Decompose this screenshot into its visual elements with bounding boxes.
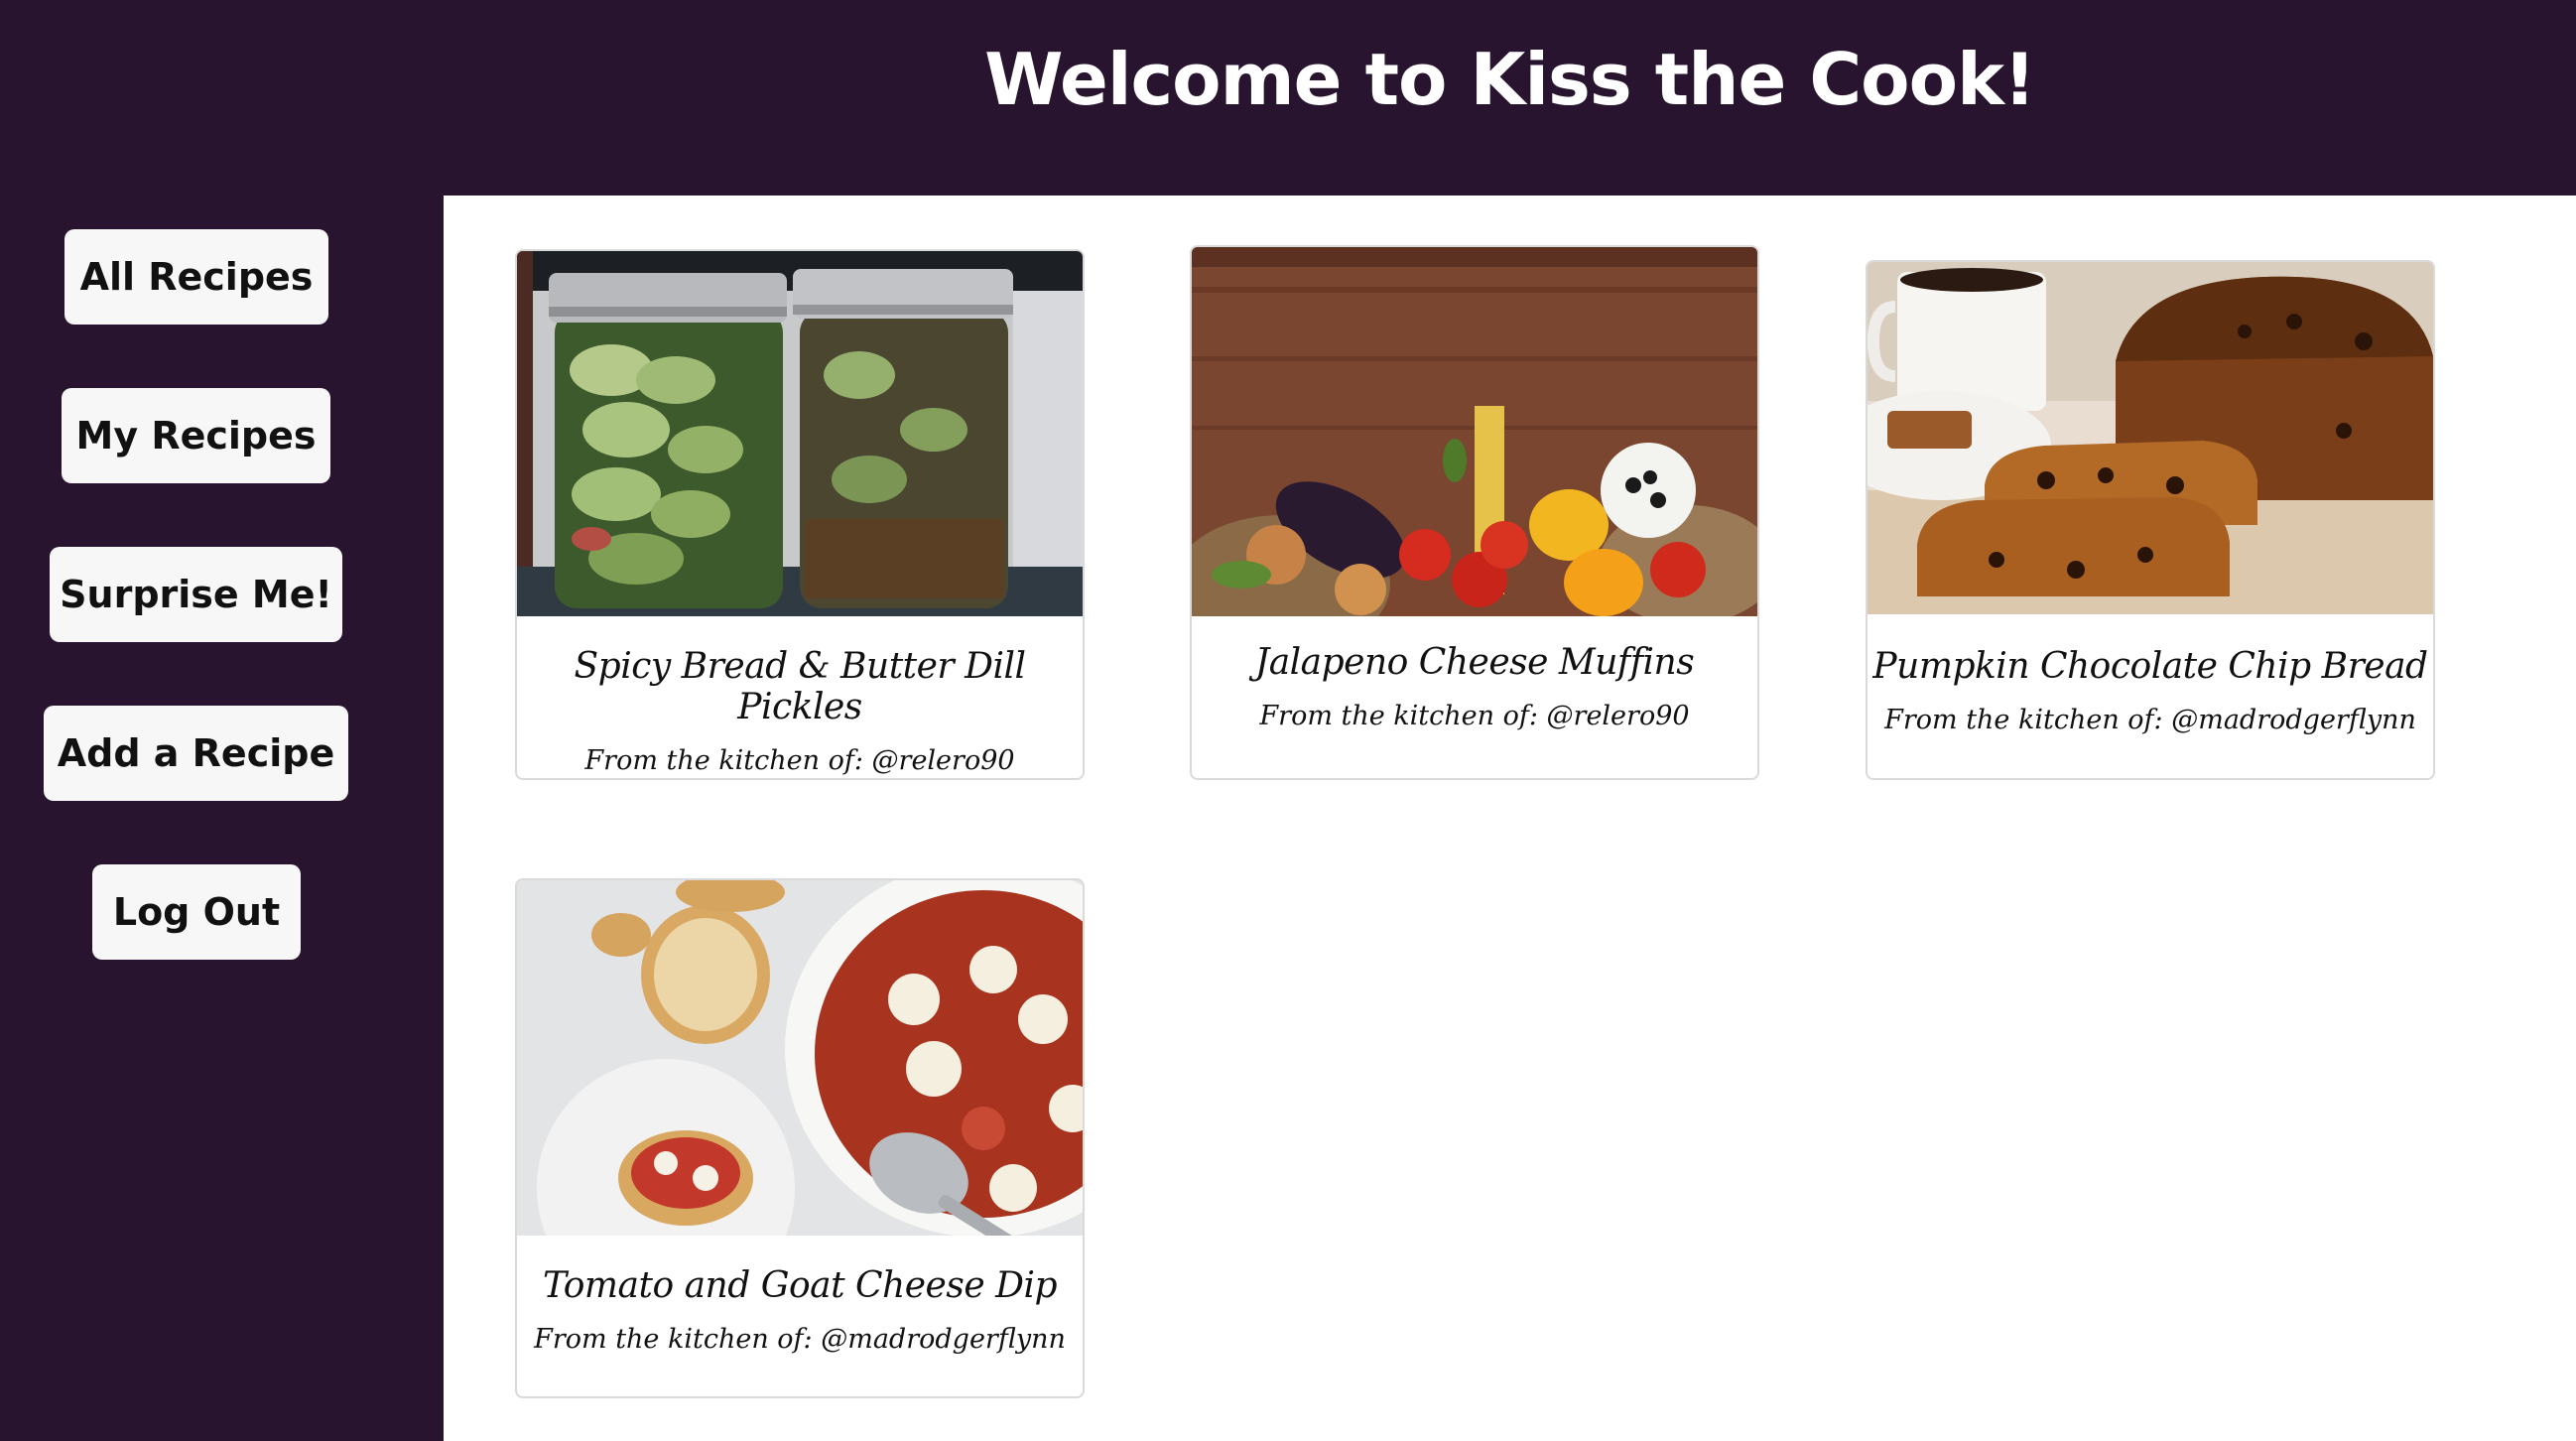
recipe-author: From the kitchen of: @relero90: [584, 745, 1015, 776]
recipe-grid: Spicy Bread & Butter Dill Pickles From t…: [444, 196, 2576, 1441]
recipe-card-pumpkin-bread[interactable]: Pumpkin Chocolate Chip Bread From the ki…: [1866, 260, 2435, 780]
page-title: Welcome to Kiss the Cook!: [984, 38, 2036, 121]
recipe-author: From the kitchen of: @relero90: [1259, 701, 1690, 731]
app-header: Welcome to Kiss the Cook!: [0, 0, 2576, 196]
surprise-me-button[interactable]: Surprise Me!: [50, 547, 342, 642]
recipe-image-tomato-dip[interactable]: [517, 880, 1083, 1236]
recipe-card-tomato-dip[interactable]: Tomato and Goat Cheese Dip From the kitc…: [515, 878, 1085, 1398]
log-out-button[interactable]: Log Out: [92, 864, 301, 960]
sidebar-nav: All Recipes My Recipes Surprise Me! Add …: [0, 196, 444, 1441]
recipe-card-pickles[interactable]: Spicy Bread & Butter Dill Pickles From t…: [515, 249, 1085, 780]
recipe-title[interactable]: Tomato and Goat Cheese Dip: [517, 1265, 1083, 1306]
recipe-title[interactable]: Spicy Bread & Butter Dill Pickles: [517, 646, 1083, 727]
recipe-image-jalapeno-muffins[interactable]: [1192, 247, 1757, 616]
all-recipes-button[interactable]: All Recipes: [64, 229, 328, 325]
my-recipes-button[interactable]: My Recipes: [62, 388, 330, 483]
recipe-title[interactable]: Pumpkin Chocolate Chip Bread: [1868, 646, 2433, 687]
recipe-title[interactable]: Jalapeno Cheese Muffins: [1192, 642, 1757, 683]
add-recipe-button[interactable]: Add a Recipe: [44, 706, 348, 801]
recipe-author: From the kitchen of: @madrodgerflynn: [534, 1324, 1066, 1355]
recipe-image-pumpkin-bread[interactable]: [1868, 262, 2433, 614]
recipe-card-jalapeno-muffins[interactable]: Jalapeno Cheese Muffins From the kitchen…: [1190, 245, 1759, 780]
recipe-author: From the kitchen of: @madrodgerflynn: [1884, 705, 2416, 735]
recipe-image-pickles[interactable]: [517, 251, 1083, 616]
